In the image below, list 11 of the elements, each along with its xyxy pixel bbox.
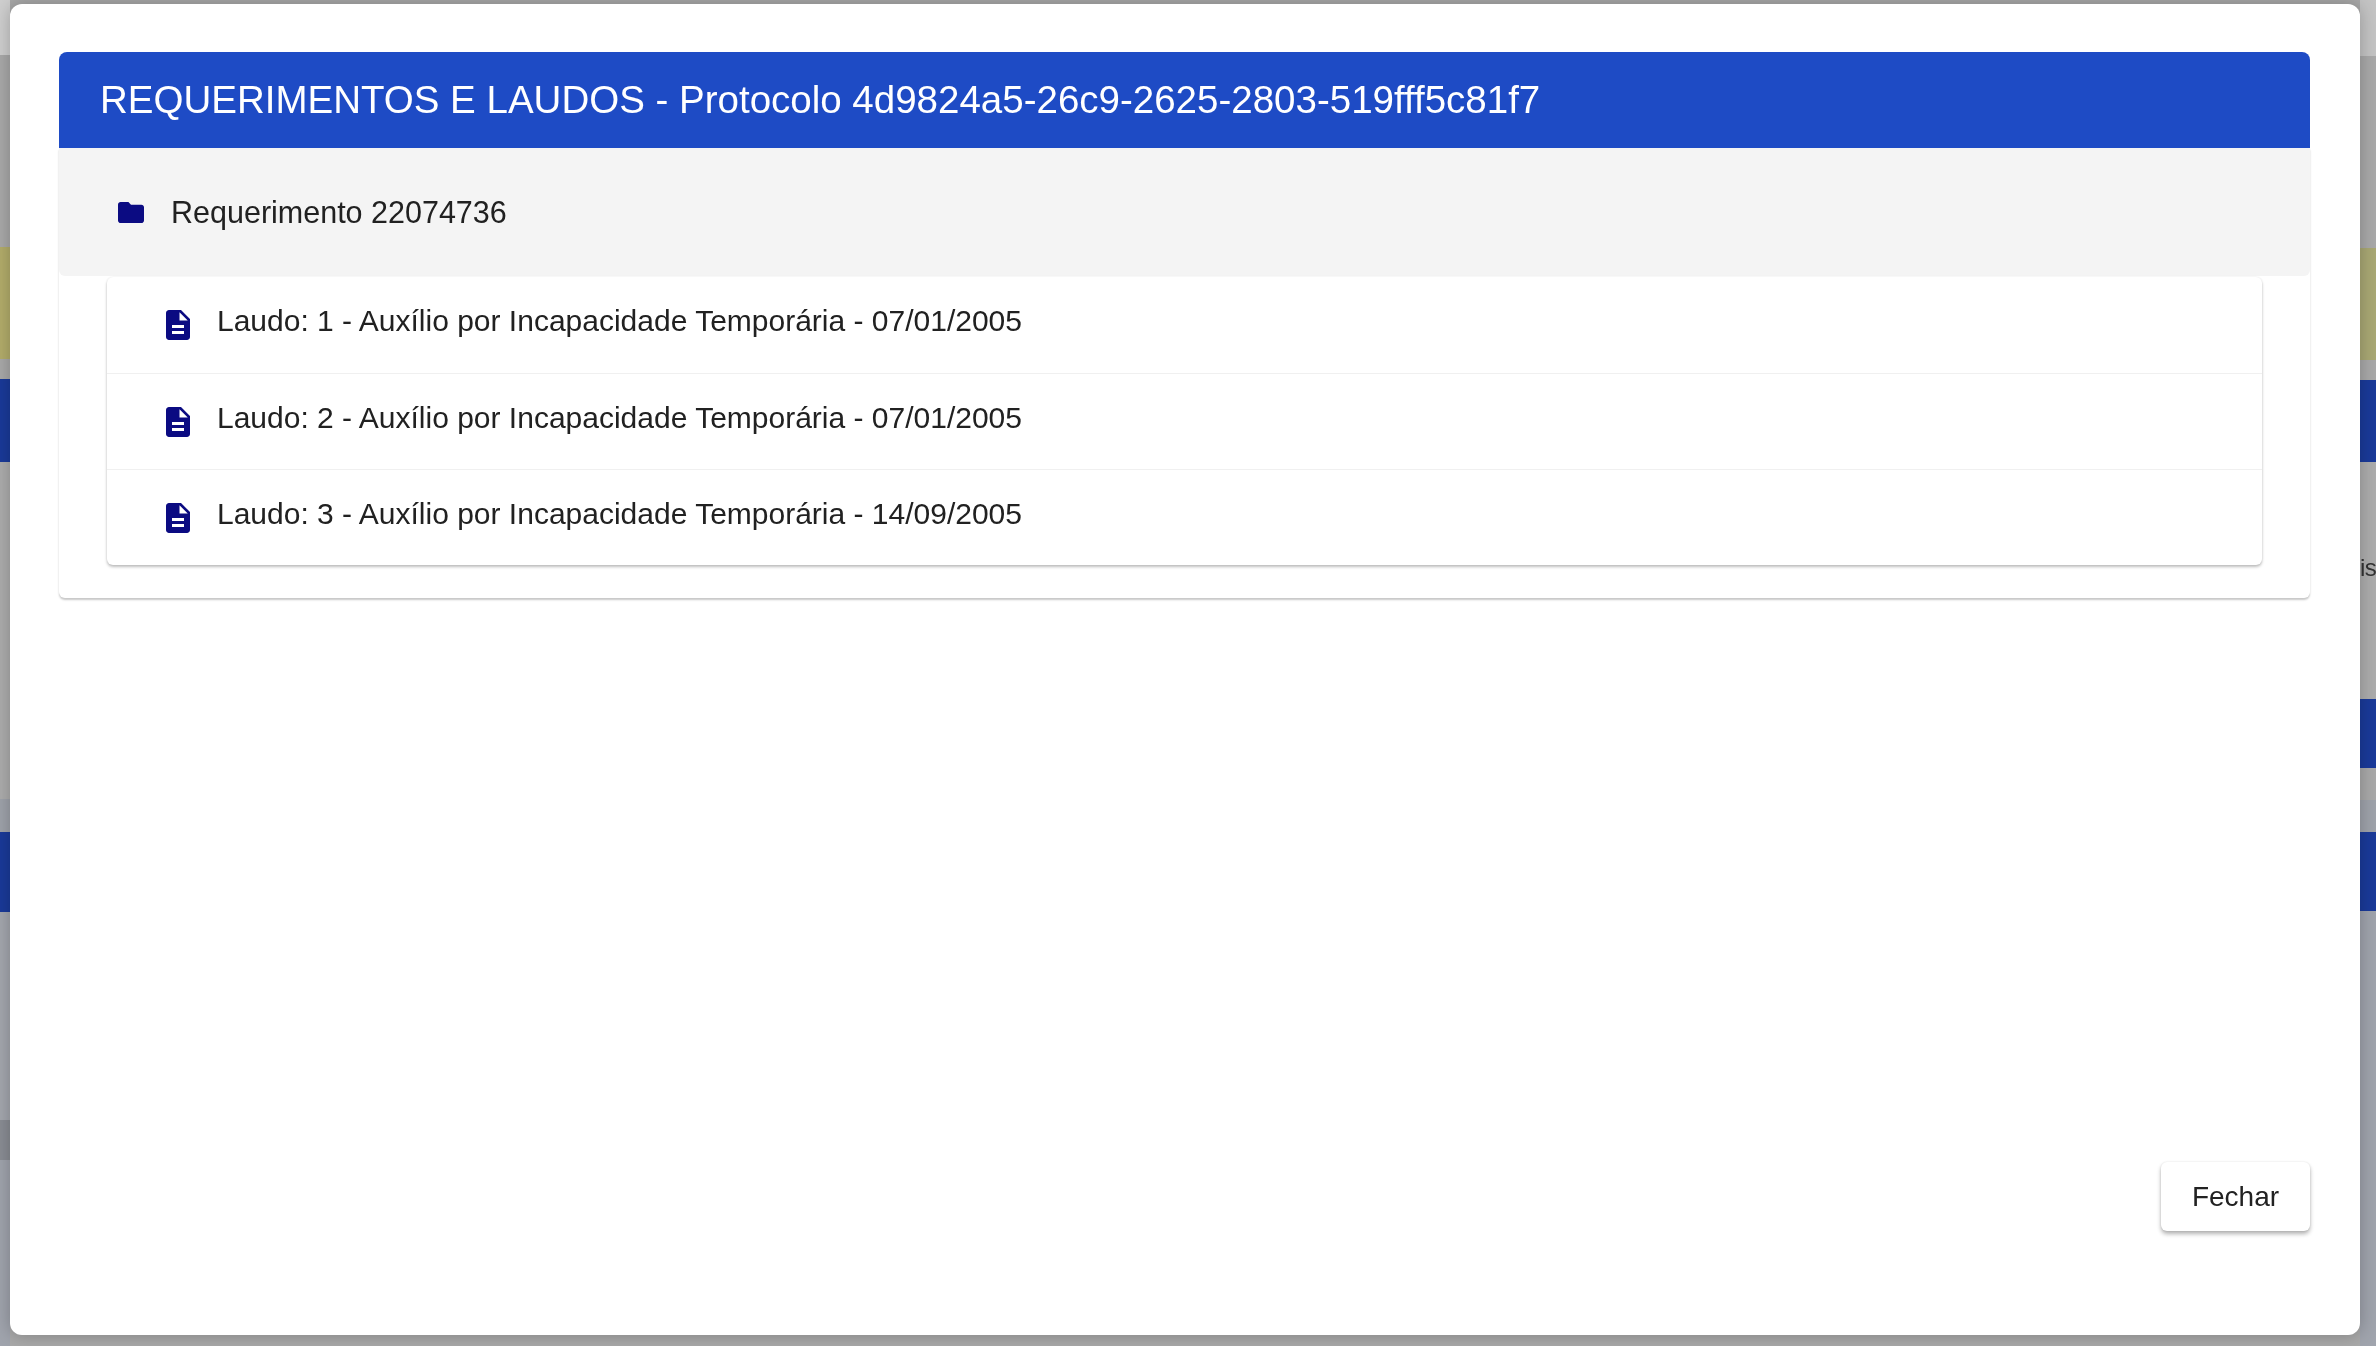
page-text-fragment: is bbox=[2360, 553, 2376, 583]
laudo-item[interactable]: Laudo: 2 - Auxílio por Incapacidade Temporária - 07/01/2005 bbox=[107, 373, 2262, 469]
document-icon bbox=[166, 406, 190, 437]
requerimento-header[interactable]: Requerimento 22074736 bbox=[59, 148, 2310, 276]
folder-icon bbox=[118, 201, 144, 223]
laudo-item[interactable]: Laudo: 1 - Auxílio por Incapacidade Temporária - 07/01/2005 bbox=[107, 277, 2262, 373]
close-button[interactable]: Fechar bbox=[2161, 1162, 2310, 1231]
laudo-item[interactable]: Laudo: 3 - Auxílio por Incapacidade Temporária - 14/09/2005 bbox=[107, 469, 2262, 565]
document-icon bbox=[166, 502, 190, 533]
dialog-title: REQUERIMENTOS E LAUDOS - Protocolo 4d9824a5-26c9-2625-2803-519fff5c81f7 bbox=[100, 78, 1541, 122]
document-icon bbox=[166, 310, 190, 340]
